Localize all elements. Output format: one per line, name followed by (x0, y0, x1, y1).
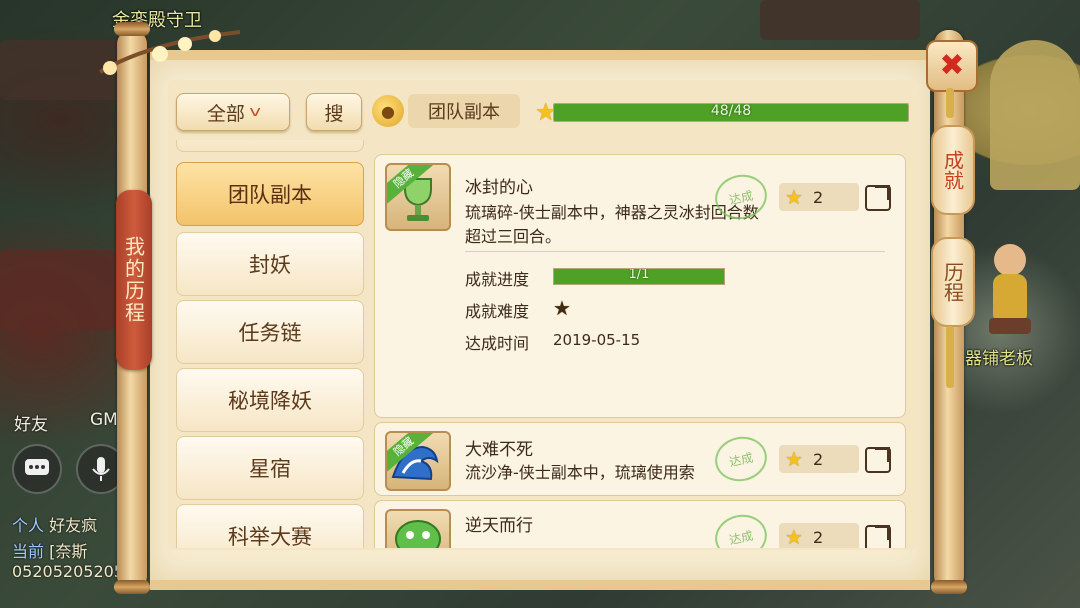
category-progress-bar: 48/48 (553, 103, 909, 122)
green-monster-icon (385, 509, 451, 548)
close-button[interactable]: ✖ (926, 40, 978, 92)
duck-mascot-icon: ● (372, 95, 404, 127)
filter-label: 全部 (206, 102, 245, 125)
chat-line[interactable]: 当前 [奈斯 (12, 538, 87, 562)
share-icon[interactable] (865, 447, 891, 473)
category-sidebar[interactable]: 团队副本 封妖 任务链 秘境降妖 星宿 科举大赛 (172, 140, 366, 548)
points-box: ★ 2 (779, 183, 859, 211)
share-icon[interactable] (865, 525, 891, 548)
achievement-card[interactable]: 隐藏 冰封的心 琉璃碎-侠士副本中，神器之灵冰封回合数超过三回合。 达成 ★ 2 … (374, 154, 906, 418)
chat-channel: 个人 (12, 516, 45, 535)
category-progress-text: 48/48 (710, 103, 752, 119)
search-button[interactable]: 搜 (306, 93, 362, 131)
progress-label: 成就进度 (465, 270, 530, 289)
achievement-detail: 成就进度 1/1 成就难度 ★ 达成时间 2019-05-15 (465, 251, 885, 353)
star-icon: ★ (785, 447, 803, 471)
share-icon[interactable] (865, 185, 891, 211)
chat-channel: 当前 (12, 542, 45, 561)
sidebar-item-seal-demon[interactable]: 封妖 (176, 232, 364, 296)
points-box: ★ 2 (779, 523, 859, 548)
points-value: 2 (812, 449, 824, 469)
tab-history[interactable]: 历程 (931, 237, 975, 327)
building-decoration (0, 250, 115, 330)
sidebar-item-hidden (176, 140, 364, 152)
category-header: ● 团队副本 (372, 94, 520, 128)
sidebar-item-team-dungeon[interactable]: 团队副本 (176, 162, 364, 226)
chat-text: 好友疯 (49, 516, 98, 535)
sidebar-item-imperial-exam[interactable]: 科举大赛 (176, 504, 364, 548)
trophy-cup-icon: 隐藏 (385, 163, 451, 231)
chat-text: [奈斯 (49, 542, 88, 561)
achievement-title: 大难不死 (465, 440, 533, 460)
rod-cap (114, 580, 150, 594)
sidebar-item-constellation[interactable]: 星宿 (176, 436, 364, 500)
gm-label[interactable]: GM (90, 410, 118, 430)
close-x-icon: ✖ (939, 48, 965, 83)
points-box: ★ 2 (779, 445, 859, 473)
umbrella-decoration (990, 40, 1080, 190)
rod-cap (931, 580, 967, 594)
completed-stamp: 达成 (710, 510, 772, 548)
chat-line[interactable]: 个人 好友疯 (12, 512, 97, 536)
star-icon: ★ (785, 185, 803, 209)
sidebar-item-quest-chain[interactable]: 任务链 (176, 300, 364, 364)
difficulty-star-icon: ★ (553, 296, 571, 320)
left-banner: 我的历程 (116, 190, 152, 370)
time-label: 达成时间 (465, 334, 530, 353)
points-value: 2 (812, 187, 824, 207)
tassel-decoration (946, 326, 954, 388)
chat-bubble-icon[interactable] (12, 444, 62, 494)
achievement-title: 冰封的心 (465, 178, 533, 198)
achievement-card[interactable]: 隐藏 大难不死 流沙净-侠士副本中，琉璃使用索 达成 ★ 2 (374, 422, 906, 496)
achievement-progress-text: 1/1 (628, 268, 650, 282)
achievement-card[interactable]: 逆天而行 达成 ★ 2 (374, 500, 906, 548)
achievement-list[interactable]: 隐藏 冰封的心 琉璃碎-侠士副本中，神器之灵冰封回合数超过三回合。 达成 ★ 2 … (370, 150, 910, 548)
wave-icon: 隐藏 (385, 431, 451, 491)
category-label: 团队副本 (408, 94, 520, 128)
points-value: 2 (812, 527, 824, 547)
time-value: 2019-05-15 (553, 331, 641, 349)
achievement-title: 逆天而行 (465, 516, 533, 536)
chevron-down-icon: v (249, 104, 261, 120)
difficulty-label: 成就难度 (465, 302, 530, 321)
star-icon: ★ (785, 525, 803, 548)
roof-decoration (760, 0, 920, 40)
achievement-progress-bar: 1/1 (553, 268, 725, 285)
filter-dropdown[interactable]: 全部 v (176, 93, 290, 131)
friends-label[interactable]: 好友 (14, 410, 48, 435)
tab-achievements[interactable]: 成就 (931, 125, 975, 215)
shopkeeper-npc-sprite[interactable] (975, 238, 1045, 338)
sidebar-item-secret-realm[interactable]: 秘境降妖 (176, 368, 364, 432)
tassel-decoration (946, 88, 954, 118)
